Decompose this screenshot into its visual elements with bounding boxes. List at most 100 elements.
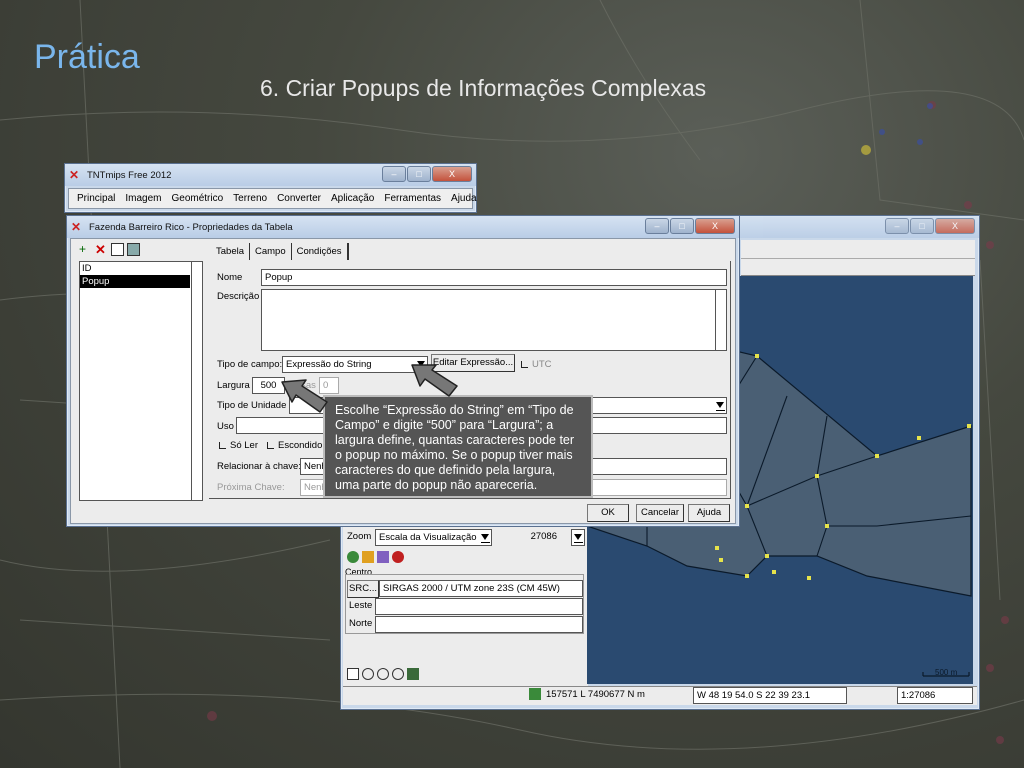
view-toolbar <box>741 240 975 276</box>
checkbox-icon <box>219 441 226 449</box>
zoom-mode-value: Escala da Visualização <box>379 532 477 543</box>
stop-icon[interactable] <box>392 551 404 563</box>
src-field[interactable]: SIRGAS 2000 / UTM zone 23S (CM 45W) <box>379 580 583 597</box>
tipo-unidade-label: Tipo de Unidade <box>217 400 287 411</box>
globe-icon[interactable] <box>347 551 359 563</box>
tab-tabela[interactable]: Tabela <box>211 243 250 260</box>
zoom-value[interactable]: 27086 <box>493 529 573 546</box>
tab-campo[interactable]: Campo <box>250 243 292 260</box>
zoom-out-icon[interactable] <box>377 668 389 680</box>
status-coord-utm: 157571 L 7490677 N m <box>546 689 645 700</box>
menu-converter[interactable]: Converter <box>277 193 321 204</box>
relacionar-label: Relacionar à chave: <box>217 461 301 472</box>
casas-field[interactable]: 0 <box>319 377 339 394</box>
maximize-button[interactable]: □ <box>407 166 431 182</box>
descricao-scrollbar[interactable] <box>715 290 726 350</box>
main-window-title: TNTmips Free 2012 <box>87 169 172 181</box>
props-maximize-button[interactable]: □ <box>670 218 694 234</box>
cancel-button[interactable]: Cancelar <box>636 504 684 522</box>
src-button[interactable]: SRC... <box>347 580 379 598</box>
casas-label: Casas <box>289 380 316 391</box>
escondido-label: Escondido <box>278 440 323 451</box>
descricao-field[interactable] <box>261 289 727 351</box>
view-maximize-button[interactable]: □ <box>910 218 934 234</box>
tab-strip: Tabela Campo Condições <box>211 243 349 260</box>
delete-field-icon[interactable]: ✕ <box>95 243 108 256</box>
crosshair-icon <box>529 688 541 700</box>
chevron-down-icon <box>574 534 582 540</box>
map-icon[interactable] <box>407 668 419 680</box>
zoom-value-dropdown[interactable] <box>571 529 585 546</box>
checkbox-icon <box>521 360 528 368</box>
tipo-campo-value: Expressão do String <box>286 359 372 370</box>
scalebar-label: 500 m <box>935 668 958 677</box>
status-coord-geo: W 48 19 54.0 S 22 39 23.1 <box>693 687 847 704</box>
view-tool-icons <box>347 551 404 563</box>
field-list-item-popup[interactable]: Popup <box>80 275 190 288</box>
add-field-icon[interactable]: + <box>79 243 92 256</box>
chevron-down-icon <box>417 361 425 367</box>
chevron-down-icon <box>481 534 489 540</box>
minimize-button[interactable]: – <box>382 166 406 182</box>
slide-subtitle: 6. Criar Popups de Informações Complexas <box>260 75 707 101</box>
table-icon[interactable] <box>127 243 140 256</box>
nome-field[interactable]: Popup <box>261 269 727 286</box>
leste-label: Leste <box>349 600 373 611</box>
props-close-button[interactable]: X <box>695 218 735 234</box>
field-list-item-id[interactable]: ID <box>80 262 202 275</box>
menu-terreno[interactable]: Terreno <box>233 193 267 204</box>
edit-field-icon[interactable] <box>111 243 124 256</box>
escondido-checkbox[interactable]: Escondido <box>267 440 322 451</box>
help-button[interactable]: Ajuda <box>688 504 730 522</box>
menu-geometrico[interactable]: Geométrico <box>171 193 223 204</box>
so-ler-label: Só Ler <box>230 440 258 451</box>
view-close-button[interactable]: X <box>935 218 975 234</box>
field-list-scrollbar[interactable] <box>191 262 202 500</box>
props-window-title: Fazenda Barreiro Rico - Propriedades da … <box>89 221 293 233</box>
descricao-label: Descrição <box>217 291 260 302</box>
menu-ajuda[interactable]: Ajuda <box>451 193 477 204</box>
tntmips-app-icon: ✕ <box>69 168 80 182</box>
slide-title: Prática <box>34 38 140 76</box>
props-titlebar[interactable]: ✕ Fazenda Barreiro Rico - Propriedades d… <box>67 216 739 238</box>
so-ler-checkbox[interactable]: Só Ler <box>219 440 258 451</box>
chevron-down-icon <box>716 402 724 408</box>
tntmips-app-icon: ✕ <box>71 220 82 234</box>
editar-expressao-button[interactable]: Editar Expressão... <box>431 354 515 372</box>
menu-imagem[interactable]: Imagem <box>125 193 161 204</box>
menu-aplicacao[interactable]: Aplicação <box>331 193 374 204</box>
legend-icon[interactable] <box>347 668 359 680</box>
largura-label: Largura <box>217 380 250 391</box>
checkbox-icon <box>267 441 274 449</box>
main-titlebar[interactable]: ✕ TNTmips Free 2012 – □ X <box>65 164 476 186</box>
tipo-campo-label: Tipo de campo: <box>217 359 283 370</box>
zoom-mode-select[interactable]: Escala da Visualização <box>375 529 492 546</box>
ok-button[interactable]: OK <box>587 504 629 522</box>
menu-ferramentas[interactable]: Ferramentas <box>384 193 441 204</box>
edit-icon[interactable] <box>377 551 389 563</box>
largura-field[interactable]: 500 <box>252 377 285 394</box>
nome-label: Nome <box>217 272 243 283</box>
tab-condicoes[interactable]: Condições <box>292 243 349 260</box>
zoom-in-icon[interactable] <box>362 668 374 680</box>
menu-principal[interactable]: Principal <box>77 193 115 204</box>
zoom-label: Zoom <box>347 531 372 542</box>
field-toolbar: + ✕ <box>79 243 140 256</box>
magnifier-icon[interactable] <box>392 668 404 680</box>
tipo-campo-select[interactable]: Expressão do String <box>282 356 428 373</box>
leste-field[interactable] <box>375 598 583 615</box>
utc-label: UTC <box>532 359 552 370</box>
instruction-callout: Escolhe “Expressão do String” em “Tipo d… <box>323 395 593 498</box>
norte-label: Norte <box>349 618 373 629</box>
view-minimize-button[interactable]: – <box>885 218 909 234</box>
norte-field[interactable] <box>375 616 583 633</box>
utc-checkbox[interactable]: UTC <box>521 359 552 370</box>
props-minimize-button[interactable]: – <box>645 218 669 234</box>
tntmips-main-window: ✕ TNTmips Free 2012 – □ X Principal Imag… <box>64 163 477 213</box>
status-scale: 1:27086 <box>897 687 973 704</box>
close-button[interactable]: X <box>432 166 472 182</box>
proxima-chave-label: Próxima Chave: <box>217 482 285 493</box>
uso-label: Uso <box>217 421 234 432</box>
layer-icon[interactable] <box>362 551 374 563</box>
field-list: ID Popup <box>79 261 203 501</box>
